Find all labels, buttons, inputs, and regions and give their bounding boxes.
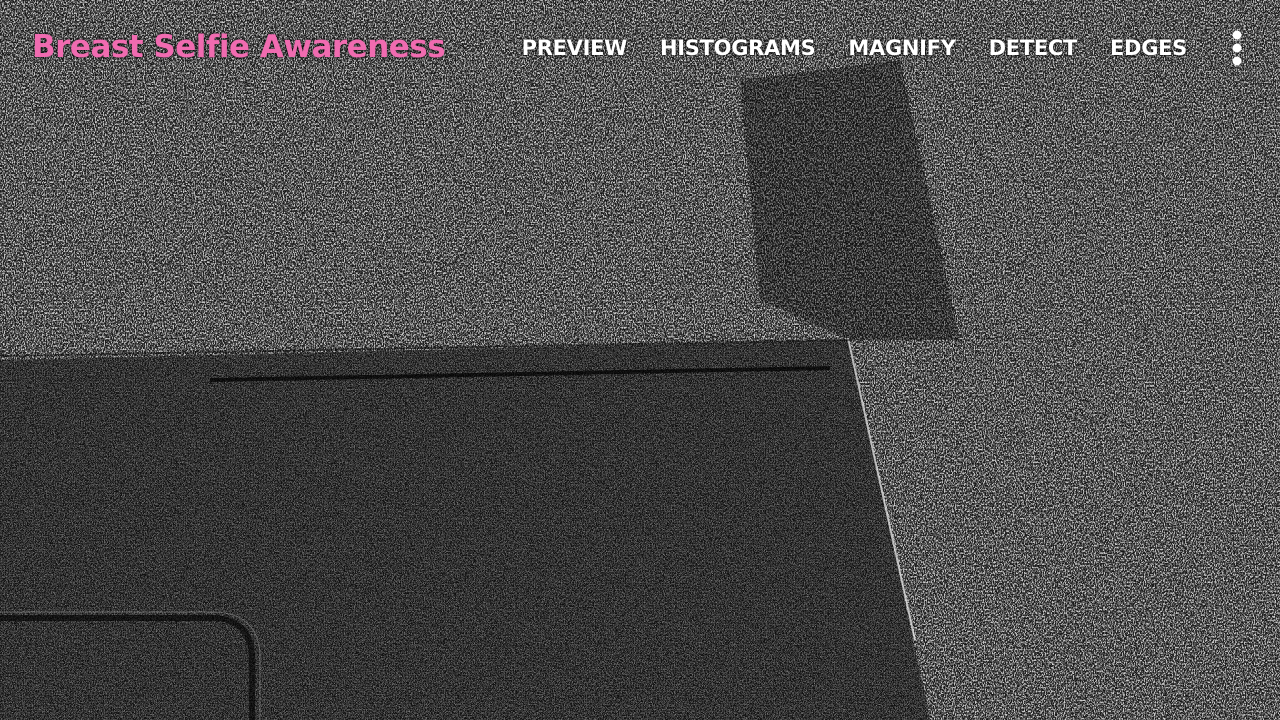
- more-vertical-icon: [1232, 30, 1242, 66]
- action-items: PREVIEW HISTOGRAMS MAGNIFY DETECT EDGES: [522, 0, 1280, 96]
- action-bar: Breast Selfie Awareness PREVIEW HISTOGRA…: [0, 0, 1280, 96]
- app-screen: Breast Selfie Awareness PREVIEW HISTOGRA…: [0, 0, 1280, 720]
- preview-button[interactable]: PREVIEW: [522, 36, 628, 60]
- magnify-button[interactable]: MAGNIFY: [848, 36, 956, 60]
- app-title: Breast Selfie Awareness: [32, 29, 446, 65]
- histograms-button[interactable]: HISTOGRAMS: [660, 36, 816, 60]
- overflow-menu-button[interactable]: [1222, 24, 1252, 72]
- camera-preview[interactable]: [0, 0, 1280, 720]
- detect-button[interactable]: DETECT: [989, 36, 1078, 60]
- edges-button[interactable]: EDGES: [1110, 36, 1187, 60]
